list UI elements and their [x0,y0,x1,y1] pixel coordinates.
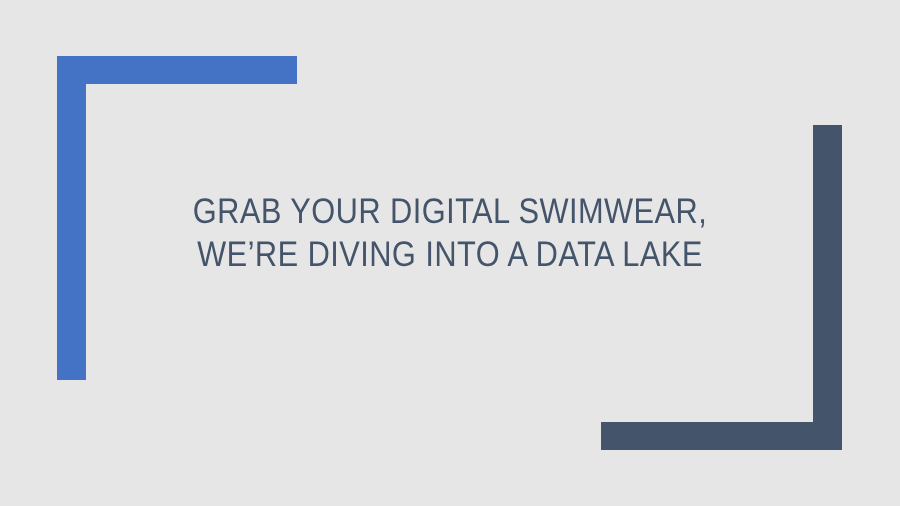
slide-title-line-2: WE’RE DIVING INTO A DATA LAKE [197,235,703,274]
right-bracket-vertical-bar [813,125,842,450]
left-bracket-vertical-bar [57,56,86,380]
left-bracket-top-bar [57,56,297,84]
presentation-slide: GRAB YOUR DIGITAL SWIMWEAR, WE’RE DIVING… [0,0,900,506]
slide-title-line-1: GRAB YOUR DIGITAL SWIMWEAR, [192,192,708,231]
slide-title: GRAB YOUR DIGITAL SWIMWEAR, WE’RE DIVING… [120,190,780,276]
right-bracket-bottom-bar [601,422,842,450]
